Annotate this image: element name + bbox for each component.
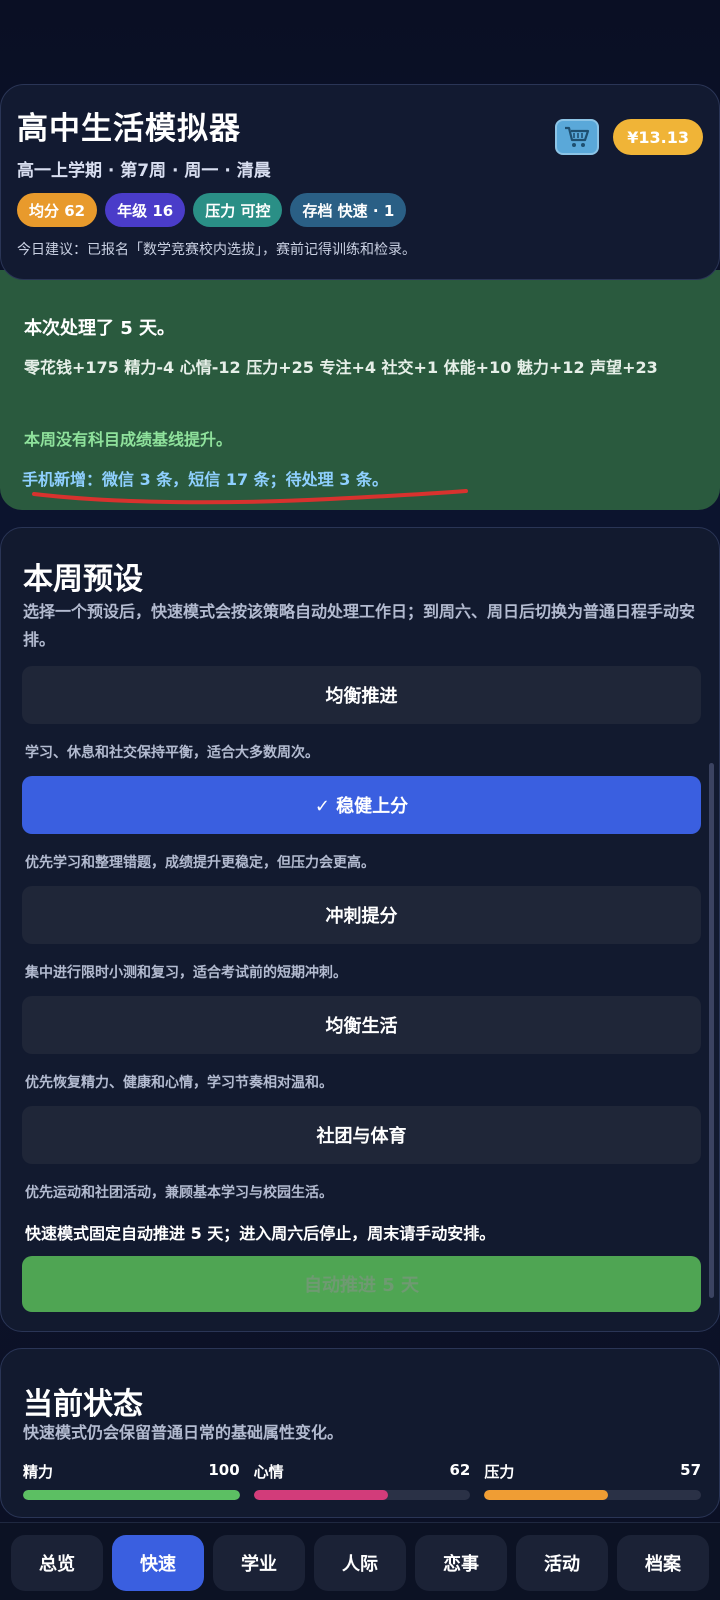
mood-label: 心情	[253, 1463, 284, 1481]
energy-track	[23, 1490, 240, 1500]
report-phone-summary[interactable]: 手机新增：微信 3 条，短信 17 条；待处理 3 条。	[22, 466, 388, 490]
preset-option-clubs-sports[interactable]: 社团与体育	[22, 1106, 701, 1164]
stress-value: 57	[680, 1461, 702, 1479]
mood-fill	[253, 1490, 388, 1500]
preset-option-desc: 集中进行限时小测和复习，适合考试前的短期冲刺。	[25, 965, 347, 981]
preset-option-desc: 优先恢复精力、健康和心情，学习节奏相对温和。	[25, 1075, 333, 1091]
status-bars: 精力 100 心情 62 压力 57	[23, 1461, 702, 1500]
nav-tab-romance[interactable]: 恋事	[415, 1535, 507, 1591]
preset-option-desc: 学习、休息和社交保持平衡，适合大多数周次。	[25, 745, 319, 761]
preset-option-sprint[interactable]: 冲刺提分	[22, 886, 701, 944]
weekly-preset-card: 本周预设 选择一个预设后，快速模式会按该策略自动处理工作日；到周六、周日后切换为…	[0, 527, 720, 1332]
nav-tab-overview[interactable]: 总览	[11, 1535, 103, 1591]
header-card: 高中生活模拟器 高一上学期 · 第7周 · 周一 · 清晨 ¥13.13 均分 …	[0, 84, 720, 280]
report-card: 周五 本次处理了 5 天。 零花钱+175 精力-4 心情-12 压力+25 专…	[0, 270, 720, 510]
preset-option-steady-score[interactable]: ✓ 稳健上分	[22, 776, 701, 834]
mood-track	[253, 1490, 471, 1500]
money-badge: ¥13.13	[613, 119, 703, 155]
energy-value: 100	[208, 1461, 240, 1479]
preset-option-balanced-progress[interactable]: 均衡推进	[22, 666, 701, 724]
daily-tip: 今日建议：已报名「数学竞赛校内选拔」，赛前记得训练和检录。	[17, 242, 416, 258]
current-status-card: 当前状态 快速模式仍会保留普通日常的基础属性变化。 精力 100 心情 62 压力 5…	[0, 1348, 720, 1518]
stress-fill	[484, 1490, 608, 1500]
preset-option-desc: 优先运动和社团活动，兼顾基本学习与校园生活。	[25, 1185, 333, 1201]
preset-description: 选择一个预设后，快速模式会按该策略自动处理工作日；到周六、周日后切换为普通日程手…	[23, 602, 696, 649]
nav-tab-academics[interactable]: 学业	[213, 1535, 305, 1591]
stress-label: 压力	[484, 1463, 515, 1481]
auto-advance-note: 快速模式固定自动推进 5 天；进入周六后停止，周末请手动安排。	[25, 1224, 496, 1243]
average-score-badge: 均分 62	[17, 193, 98, 227]
preset-title: 本周预设	[23, 562, 143, 597]
save-badge[interactable]: 存档 快速 · 1	[290, 193, 407, 227]
energy-bar: 精力 100	[23, 1461, 240, 1500]
nav-tab-archive[interactable]: 档案	[617, 1535, 709, 1591]
date-subtitle: 高一上学期 · 第7周 · 周一 · 清晨	[17, 161, 271, 181]
cart-icon	[565, 126, 590, 147]
report-title: 本次处理了 5 天。	[24, 318, 176, 339]
status-description: 快速模式仍会保留普通日常的基础属性变化。	[23, 1423, 344, 1442]
red-underline-annotation	[32, 489, 468, 505]
stress-bar: 压力 57	[484, 1461, 702, 1500]
mood-value: 62	[449, 1461, 471, 1479]
nav-tab-activities[interactable]: 活动	[516, 1535, 608, 1591]
nav-tab-relationships[interactable]: 人际	[314, 1535, 406, 1591]
stress-track	[484, 1490, 702, 1500]
stat-badges: 均分 62 年级 16 压力 可控 存档 快速 · 1	[17, 193, 703, 227]
app-root: 高中生活模拟器 高一上学期 · 第7周 · 周一 · 清晨 ¥13.13 均分 …	[0, 0, 720, 1600]
status-title: 当前状态	[23, 1387, 143, 1422]
preset-option-desc: 优先学习和整理错题，成绩提升更稳定，但压力会更高。	[25, 855, 375, 871]
header-actions: ¥13.13	[555, 119, 703, 155]
grade-rank-badge: 年级 16	[105, 193, 186, 227]
auto-advance-button[interactable]: 自动推进 5 天	[22, 1256, 701, 1312]
energy-label: 精力	[23, 1463, 54, 1481]
energy-fill	[23, 1490, 240, 1500]
preset-scrollbar[interactable]	[709, 763, 714, 1298]
shop-button[interactable]	[555, 119, 600, 155]
mood-bar: 心情 62	[253, 1461, 471, 1500]
nav-tab-quick[interactable]: 快速	[112, 1535, 204, 1591]
bottom-nav: 总览 快速 学业 人际 恋事 活动 档案	[0, 1522, 720, 1600]
stress-badge: 压力 可控	[193, 193, 283, 227]
report-note: 本周没有科目成绩基线提升。	[24, 430, 233, 449]
preset-option-balanced-life[interactable]: 均衡生活	[22, 996, 701, 1054]
report-stats: 零花钱+175 精力-4 心情-12 压力+25 专注+4 社交+1 体能+10…	[24, 358, 658, 377]
